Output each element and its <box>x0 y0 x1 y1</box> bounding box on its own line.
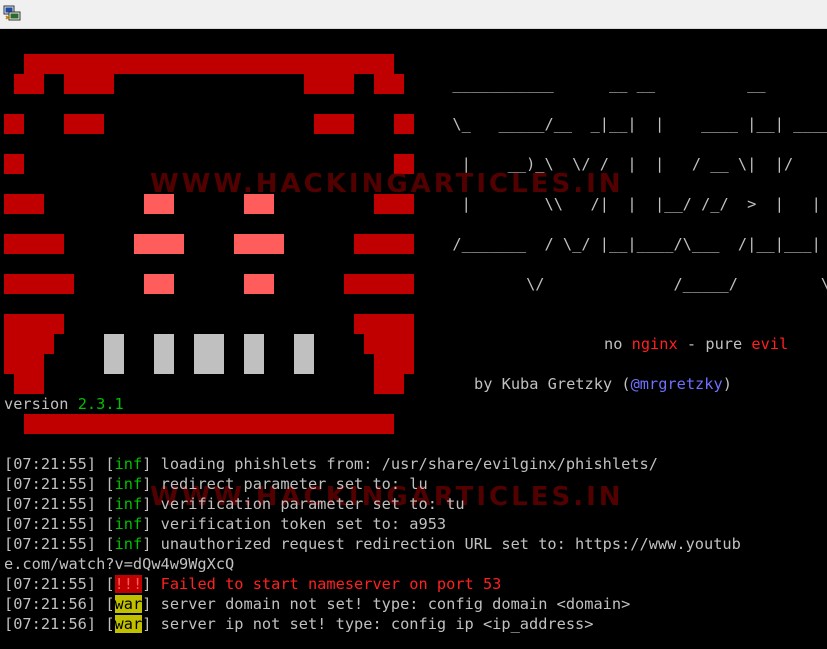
log-line: [07:21:55] [inf] loading phishlets from:… <box>4 455 658 473</box>
log-tag-error: !!! <box>114 575 143 593</box>
banner-ascii-line: \_ _____/__ _|__| | ____ |__| ____ ___ _… <box>452 115 827 133</box>
terminal-output[interactable]: ___________ __ __ __ \_ _____/__ _|__| |… <box>0 29 827 649</box>
version-label: version 2.3.1 <box>4 395 124 413</box>
log-tag-inf: inf <box>114 515 143 533</box>
watermark-text: WWW.HACKINGARTICLES.IN <box>150 169 624 199</box>
tooth <box>244 334 264 374</box>
log-tag-inf: inf <box>114 475 143 493</box>
log-tag-inf: inf <box>114 535 143 553</box>
log-line: [07:21:55] [inf] verification parameter … <box>4 495 465 513</box>
log-line: [07:21:55] [inf] unauthorized request re… <box>4 535 741 553</box>
tooth <box>154 334 174 374</box>
log-line: [07:21:55] [inf] verification token set … <box>4 515 447 533</box>
log-line-warning: [07:21:56] [war] server domain not set! … <box>4 595 631 613</box>
tooth <box>104 334 124 374</box>
log-line-error: [07:21:55] [!!!] Failed to start nameser… <box>4 575 502 593</box>
banner-ascii-line: ___________ __ __ __ <box>434 75 766 93</box>
log-line-continuation: e.com/watch?v=dQw4w9WgXcQ <box>4 555 235 573</box>
log-tag-inf: inf <box>114 495 143 513</box>
log-line-warning: [07:21:56] [war] server ip not set! type… <box>4 615 594 633</box>
log-tag-war: war <box>114 615 143 633</box>
banner-tagline: no nginx - pure evil <box>604 335 789 353</box>
banner-ascii-line: /_______ / \_/ |__|____/\___ /|__|___| /… <box>452 235 821 253</box>
banner-author: by Kuba Gretzky (@mrgretzky) <box>474 375 732 393</box>
banner-ascii-line: \/ /_____/ \/ \/ <box>526 275 827 293</box>
log-line: [07:21:55] [inf] redirect parameter set … <box>4 475 428 493</box>
tooth <box>194 334 224 374</box>
window-titlebar <box>0 0 827 29</box>
terminal-app-icon[interactable] <box>3 4 21 22</box>
log-tag-war: war <box>114 595 143 613</box>
log-tag-inf: inf <box>114 455 143 473</box>
tooth <box>294 334 314 374</box>
